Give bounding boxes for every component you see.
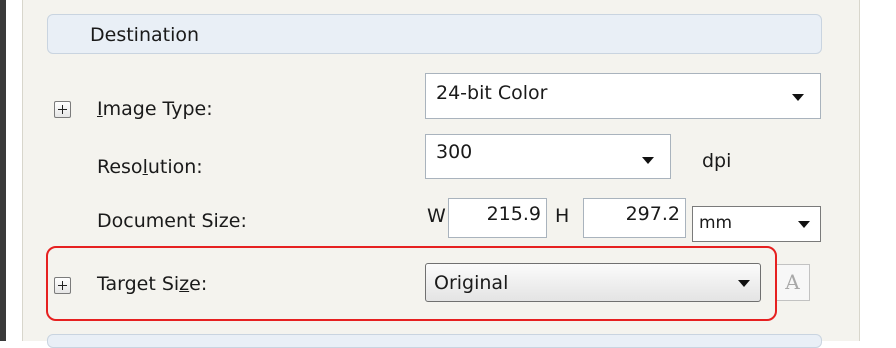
height-label: H — [555, 205, 570, 227]
image-type-value: 24-bit Color — [436, 82, 548, 104]
height-value: 297.2 — [625, 203, 680, 225]
chevron-down-icon — [798, 221, 810, 228]
resolution-unit: dpi — [702, 150, 732, 172]
width-label: W — [427, 205, 446, 227]
unit-value: mm — [699, 213, 733, 233]
image-type-expand-icon[interactable] — [54, 101, 71, 118]
destination-section-header: Destination — [47, 14, 822, 54]
resolution-select[interactable]: 300 — [425, 134, 671, 179]
chevron-down-icon — [642, 157, 654, 164]
destination-header-label: Destination — [90, 24, 200, 46]
text-enhancement-button[interactable]: A — [775, 264, 810, 301]
text-a-icon: A — [785, 270, 800, 294]
image-type-label: Image Type: — [97, 98, 213, 120]
resolution-label: Resolution: — [97, 156, 203, 178]
image-type-select[interactable]: 24-bit Color — [425, 73, 821, 119]
unit-select[interactable]: mm — [692, 206, 821, 242]
height-input[interactable]: 297.2 — [583, 198, 686, 238]
highlight-annotation — [46, 246, 777, 321]
chevron-down-icon — [792, 94, 804, 101]
width-input[interactable]: 215.9 — [448, 198, 547, 238]
window-border — [0, 0, 6, 341]
document-size-label: Document Size: — [97, 210, 247, 232]
resolution-value: 300 — [436, 141, 473, 163]
next-section-header — [47, 334, 822, 348]
width-value: 215.9 — [486, 203, 541, 225]
